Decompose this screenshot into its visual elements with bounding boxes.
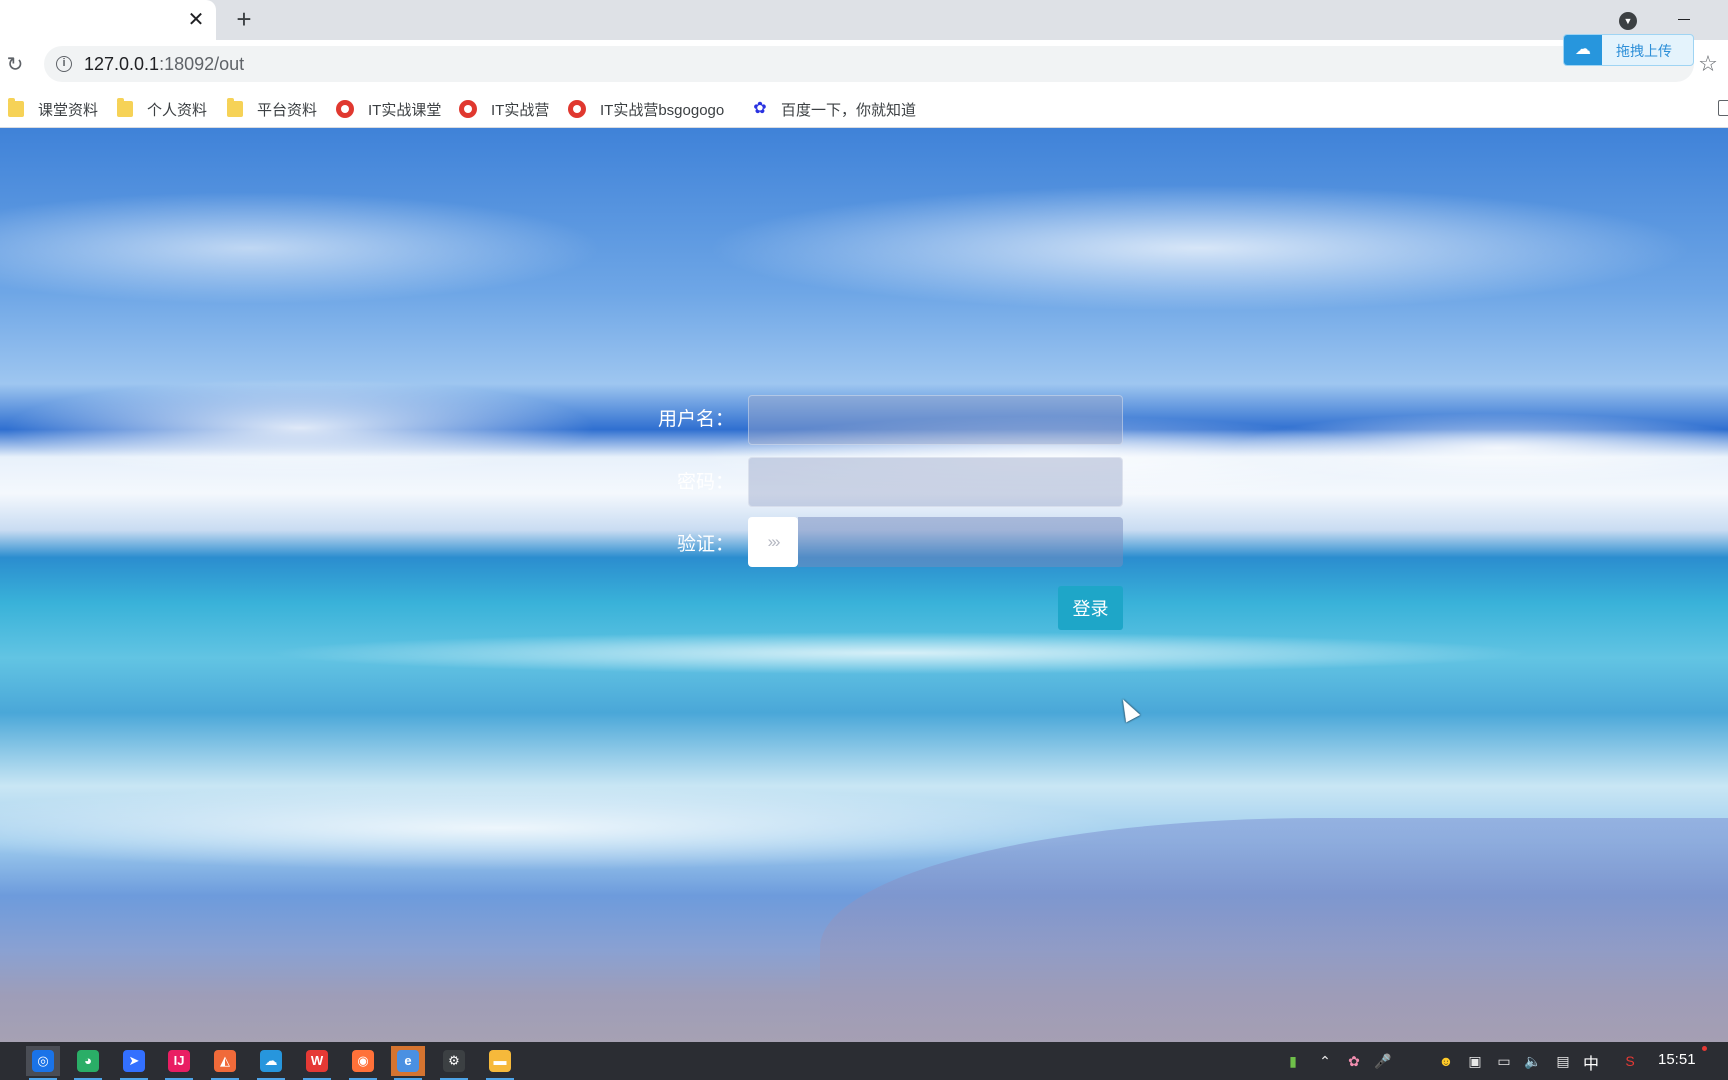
bookmark-label: 课堂资料 <box>38 101 99 119</box>
bookmarks-bar: 课堂资料 个人资料 平台资料 IT实战课堂 IT实战营 IT实战营bsgogog… <box>0 90 1728 128</box>
close-tab-icon[interactable]: ✕ <box>186 10 206 30</box>
red-favicon-icon <box>336 100 354 118</box>
red-favicon-icon <box>459 100 477 118</box>
url-host: 127.0.0.1 <box>84 54 160 74</box>
browser-toolbar: ↻ i 127.0.0.1:18092/out ☆ <box>0 40 1728 90</box>
new-tab-button[interactable]: + <box>232 6 256 32</box>
baidu-netdisk-app-icon: ☁ <box>260 1050 282 1072</box>
login-button[interactable]: 登录 <box>1058 586 1123 630</box>
bookmark-label: IT实战营bsgogogo <box>600 101 725 119</box>
intellij-app[interactable]: IJ <box>162 1046 196 1080</box>
chrome-app-icon: ◎ <box>32 1050 54 1072</box>
tray-app-icon[interactable]: ✿ <box>1344 1051 1364 1071</box>
input-method-indicator[interactable]: 中 <box>1583 1050 1599 1074</box>
wechat-app[interactable]: ◕ <box>71 1046 105 1080</box>
screenshot-tool-icon[interactable]: ▣ <box>1465 1051 1485 1071</box>
file-explorer-app-icon: ▬ <box>489 1050 511 1072</box>
pdf-app-icon: ◭ <box>214 1050 236 1072</box>
slider-verify-track[interactable] <box>798 517 1123 567</box>
firefox-app-icon: ◉ <box>352 1050 374 1072</box>
bookmark-folder-platform[interactable]: 平台资料 <box>227 98 317 120</box>
pdf-app[interactable]: ◭ <box>208 1046 242 1080</box>
bookmark-label: 百度一下，你就知道 <box>781 101 917 119</box>
reload-icon[interactable]: ↻ <box>4 54 26 76</box>
browser-app-icon: e <box>397 1050 419 1072</box>
settings-app[interactable]: ⚙ <box>437 1046 471 1080</box>
bookmark-label: 平台资料 <box>257 101 318 119</box>
reading-list-icon[interactable] <box>1718 100 1728 116</box>
intellij-app-icon: IJ <box>168 1050 190 1072</box>
login-page-background: 用户名： 密码： 验证： ››› 登录 <box>0 128 1728 1042</box>
bookmark-label: IT实战课堂 <box>368 101 442 119</box>
battery-tool-icon[interactable]: ▮ <box>1283 1051 1303 1071</box>
bookmark-baidu[interactable]: ✿ 百度一下，你就知道 <box>751 98 916 120</box>
feishu-app-icon: ➤ <box>123 1050 145 1072</box>
verify-label: 验证： <box>676 534 734 555</box>
folder-icon <box>8 98 24 117</box>
tray-expand-icon[interactable]: ⌃ <box>1315 1051 1335 1071</box>
notification-dot <box>1702 1046 1707 1051</box>
site-info-icon[interactable]: i <box>56 56 72 72</box>
browser-app[interactable]: e <box>391 1046 425 1080</box>
settings-app-icon: ⚙ <box>443 1050 465 1072</box>
taskbar-clock[interactable]: 15:51 <box>1658 1051 1696 1068</box>
tab-strip: ✕ + ▼ <box>0 0 1728 40</box>
microphone-icon[interactable]: 🎤 <box>1373 1051 1393 1071</box>
address-bar[interactable]: i 127.0.0.1:18092/out <box>44 46 1694 82</box>
qq-icon[interactable]: ☻ <box>1436 1051 1456 1071</box>
file-explorer-app[interactable]: ▬ <box>483 1046 517 1080</box>
feishu-app[interactable]: ➤ <box>117 1046 151 1080</box>
bookmark-it-camp-bsgogogo[interactable]: IT实战营bsgogogo <box>568 98 724 120</box>
bookmark-it-classroom[interactable]: IT实战课堂 <box>336 98 441 120</box>
baidu-paw-icon: ✿ <box>753 100 767 117</box>
tab-search-icon[interactable]: ▼ <box>1619 12 1637 30</box>
url-text[interactable]: 127.0.0.1:18092/out <box>84 54 244 75</box>
battery-icon[interactable]: ▭ <box>1494 1051 1514 1071</box>
windows-taskbar: ◎ ◕ ➤ IJ ◭ ☁ W ◉ e ⚙ ▬ ▮ ⌃ ✿ 🎤 ☻ ▣ ▭ 🔈 ▤ 中 S 15:51 <box>0 1042 1728 1080</box>
chrome-app[interactable]: ◎ <box>26 1046 60 1080</box>
folder-icon <box>117 98 133 117</box>
mouse-cursor-icon <box>1115 695 1141 723</box>
url-path: :18092/out <box>159 54 245 74</box>
minimize-window-button[interactable] <box>1672 6 1696 30</box>
username-label: 用户名： <box>657 409 734 430</box>
bookmark-folder-classroom[interactable]: 课堂资料 <box>8 98 98 120</box>
folder-icon <box>227 98 243 117</box>
sogou-ime-icon[interactable]: S <box>1620 1051 1640 1071</box>
firefox-app[interactable]: ◉ <box>346 1046 380 1080</box>
drag-upload-widget[interactable]: ☁ 拖拽上传 <box>1563 34 1694 66</box>
bookmark-label: 个人资料 <box>147 101 208 119</box>
red-favicon-icon <box>568 100 586 118</box>
password-label: 密码： <box>676 472 734 493</box>
password-input[interactable] <box>748 457 1123 507</box>
bookmark-it-camp[interactable]: IT实战营 <box>459 98 549 120</box>
slider-verify-handle[interactable]: ››› <box>748 517 798 567</box>
bookmark-folder-personal[interactable]: 个人资料 <box>117 98 207 120</box>
baidu-netdisk-icon: ☁ <box>1564 35 1602 65</box>
drag-upload-label: 拖拽上传 <box>1616 43 1672 59</box>
wps-app[interactable]: W <box>300 1046 334 1080</box>
volume-icon[interactable]: 🔈 <box>1523 1051 1543 1071</box>
bookmark-label: IT实战营 <box>491 101 550 119</box>
wave-foam <box>0 623 1728 683</box>
wps-app-icon: W <box>306 1050 328 1072</box>
active-tab[interactable]: ✕ <box>0 0 216 40</box>
network-icon[interactable]: ▤ <box>1553 1051 1573 1071</box>
username-input[interactable] <box>748 395 1123 445</box>
wechat-app-icon: ◕ <box>77 1050 99 1072</box>
bookmark-star-icon[interactable]: ☆ <box>1696 52 1720 76</box>
baidu-netdisk-app[interactable]: ☁ <box>254 1046 288 1080</box>
